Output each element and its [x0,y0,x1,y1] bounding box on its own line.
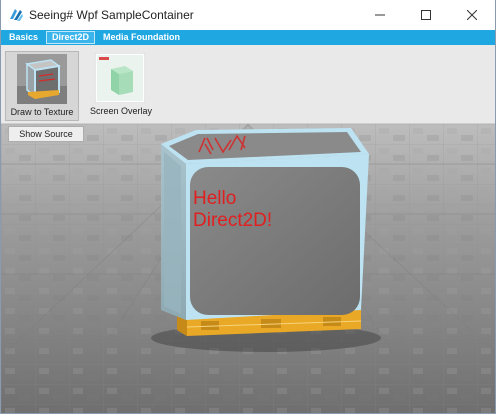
textured-cube-thumbnail-icon [17,54,67,104]
tab-media-foundation[interactable]: Media Foundation [98,31,185,44]
show-source-button[interactable]: Show Source [8,126,84,142]
minimize-icon [375,14,385,16]
close-button[interactable] [449,0,495,30]
app-logo-icon [8,7,24,23]
maximize-button[interactable] [403,0,449,30]
ribbon-tab-bar: Basics Direct2D Media Foundation [1,30,495,45]
maximize-icon [421,10,431,20]
gallery-item-label: Draw to Texture [10,107,74,117]
gallery-item-screen-overlay[interactable]: Screen Overlay [84,51,158,121]
close-icon [467,10,477,20]
3d-scene: Hello Direct2D! [1,124,495,413]
cube-text-direct2d: Direct2D! [193,210,272,231]
minimize-button[interactable] [357,0,403,30]
tab-basics[interactable]: Basics [4,31,43,44]
tab-direct2d[interactable]: Direct2D [46,31,96,44]
window-title: Seeing# Wpf SampleContainer [29,8,194,22]
title-bar[interactable]: Seeing# Wpf SampleContainer [1,0,495,30]
cube-text-hello: Hello [193,188,236,209]
sample-gallery: Draw to Texture Screen Overlay [1,45,495,124]
window-controls [357,0,495,30]
gallery-item-draw-to-texture[interactable]: Draw to Texture [5,51,79,121]
gallery-item-label: Screen Overlay [89,106,153,116]
screen-overlay-thumbnail-icon [95,53,145,103]
render-viewport[interactable]: Hello Direct2D! [1,124,495,413]
app-window: Seeing# Wpf SampleContainer Basics Direc… [0,0,496,414]
